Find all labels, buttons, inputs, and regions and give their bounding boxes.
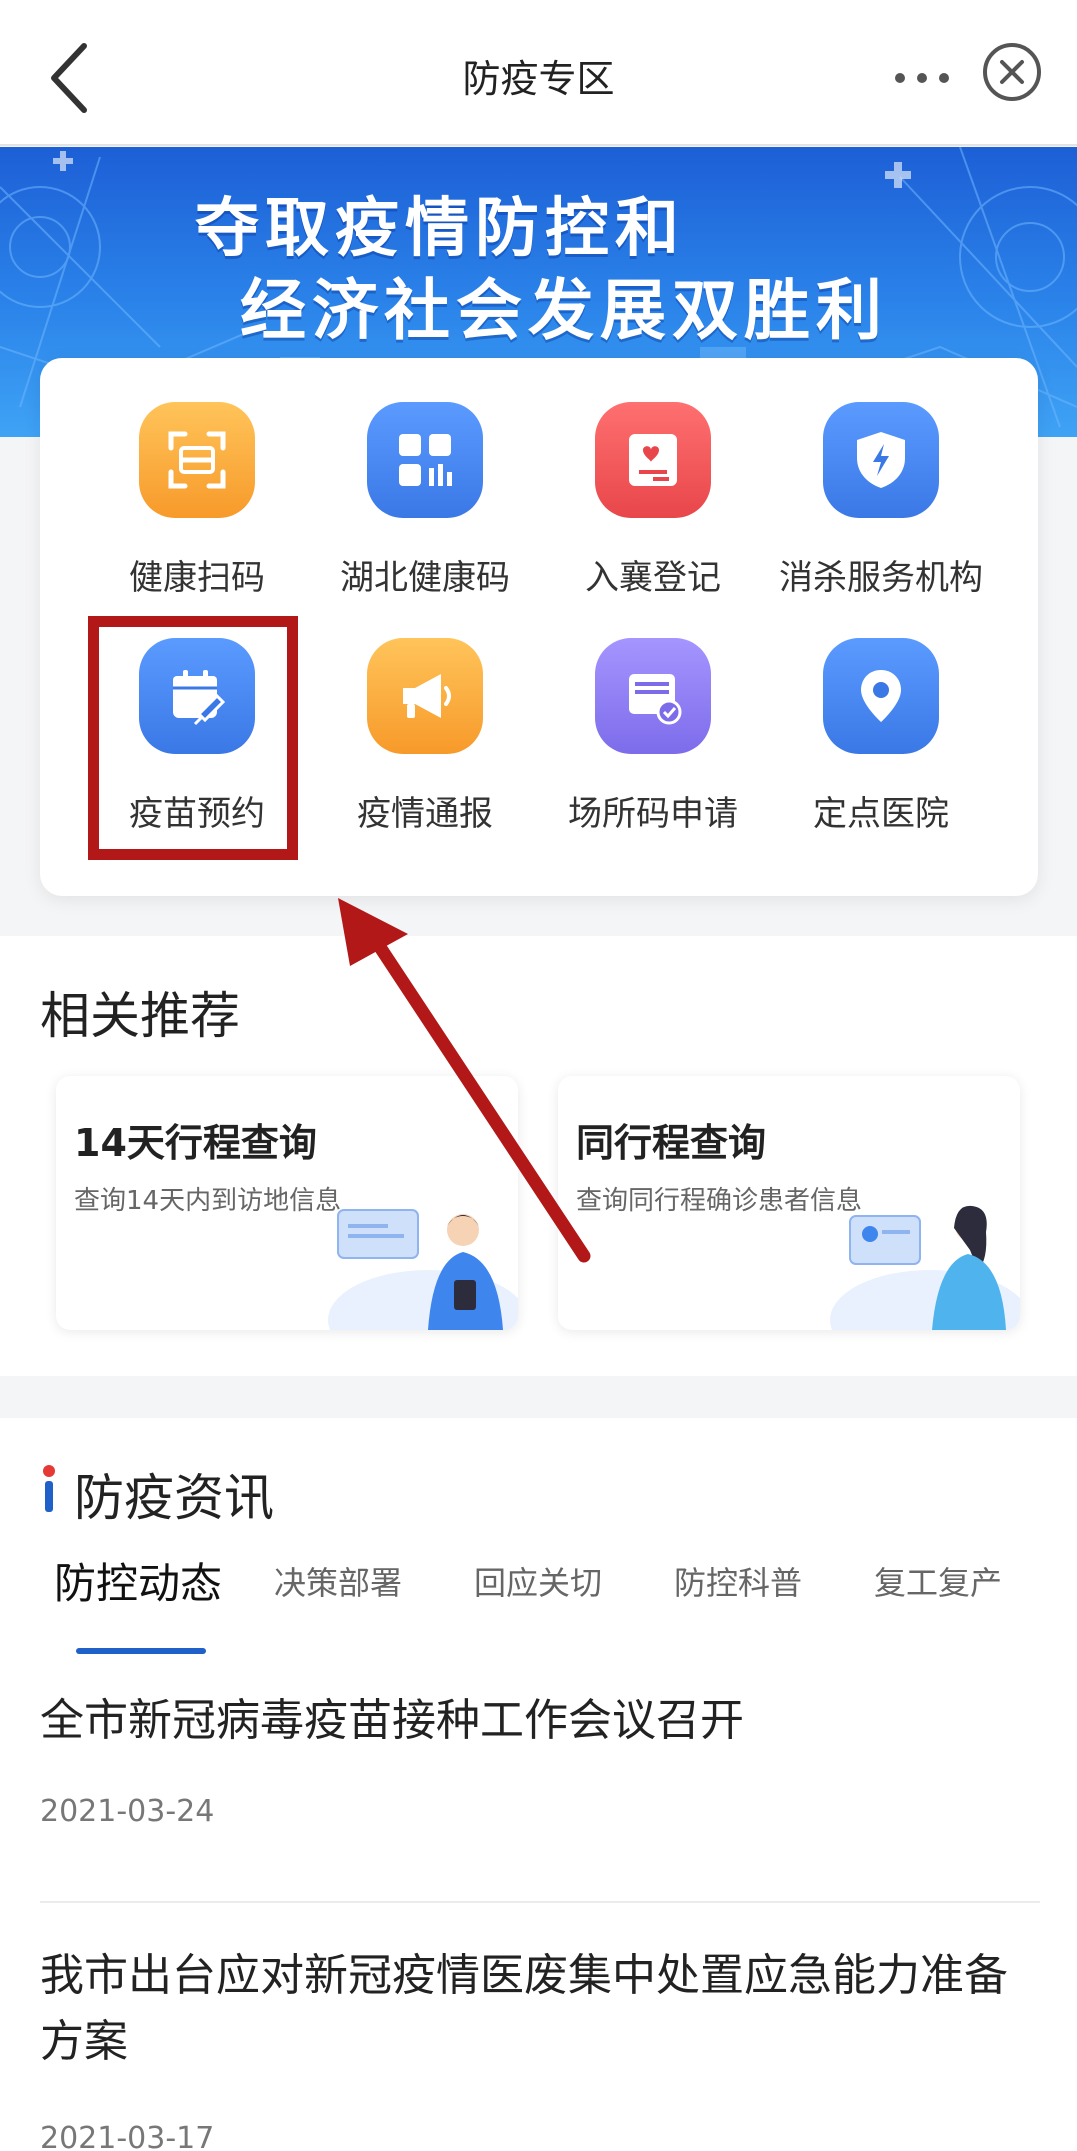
close-icon[interactable]: [980, 40, 1044, 104]
news-item-date: 2021-03-24: [40, 1794, 215, 1829]
recommend-card-14day-itinerary[interactable]: 14天行程查询 查询14天内到访地信息: [56, 1076, 518, 1330]
service-designated-hospital[interactable]: 定点医院: [766, 638, 996, 838]
tab-prevention-science[interactable]: 防控科普: [674, 1558, 802, 1604]
news-item-date: 2021-03-17: [40, 2121, 215, 2151]
recommend-card-title: 同行程查询: [576, 1121, 767, 1165]
news-item-title: 我市出台应对新冠疫情医废集中处置应急能力准备方案: [40, 1950, 1008, 2067]
info-marker-icon: [43, 1465, 55, 1512]
annotation-highlight-box: [88, 616, 298, 860]
news-tabs: 防控动态 决策部署 回应关切 防控科普 复工复产: [0, 1546, 1077, 1626]
news-item[interactable]: 我市出台应对新冠疫情医废集中处置应急能力准备方案 2021-03-17: [40, 1943, 1040, 2151]
scan-icon: [139, 402, 255, 518]
megaphone-icon: [367, 638, 483, 754]
recommend-card-desc: 查询14天内到访地信息: [74, 1186, 342, 1216]
service-label: 定点医院: [813, 794, 949, 834]
service-label: 湖北健康码: [340, 558, 510, 598]
banner-headline-1: 夺取疫情防控和: [195, 191, 685, 266]
service-label: 场所码申请: [568, 794, 738, 834]
service-label: 消杀服务机构: [779, 558, 983, 598]
woman-with-screen-illustration: [830, 1205, 1020, 1330]
service-disinfection-agency[interactable]: 消杀服务机构: [766, 402, 996, 602]
service-entry-registration[interactable]: 入襄登记: [538, 402, 768, 602]
banner-headline-2: 经济社会发展双胜利: [240, 271, 888, 349]
man-with-screen-illustration: [328, 1209, 518, 1330]
tab-decision-deployment[interactable]: 决策部署: [274, 1558, 402, 1604]
recommend-card-same-trip[interactable]: 同行程查询 查询同行程确诊患者信息: [558, 1076, 1020, 1330]
service-label: 健康扫码: [129, 558, 265, 598]
document-check-icon: [595, 638, 711, 754]
qr-code-icon: [367, 402, 483, 518]
tab-public-concerns[interactable]: 回应关切: [474, 1558, 602, 1604]
location-pin-icon: [823, 638, 939, 754]
section-title: 相关推荐: [40, 987, 240, 1045]
service-label: 入襄登记: [585, 558, 721, 598]
shield-bolt-icon: [823, 402, 939, 518]
register-card-icon: [595, 402, 711, 518]
active-tab-indicator: [76, 1648, 206, 1654]
more-options-icon[interactable]: [890, 58, 960, 98]
service-venue-code-application[interactable]: 场所码申请: [538, 638, 768, 838]
section-title: 防疫资讯: [74, 1469, 274, 1527]
tab-work-resumption[interactable]: 复工复产: [874, 1558, 1002, 1604]
recommend-section: 相关推荐 14天行程查询 查询14天内到访地信息 同行程查询 查询同行程确诊患者…: [0, 936, 1077, 1376]
service-health-scan[interactable]: 健康扫码: [82, 402, 312, 602]
divider: [40, 1901, 1040, 1903]
news-item-title: 全市新冠病毒疫苗接种工作会议召开: [40, 1695, 744, 1746]
news-section: 防疫资讯 防控动态 决策部署 回应关切 防控科普 复工复产 全市新冠病毒疫苗接种…: [0, 1418, 1077, 2151]
recommend-card-title: 14天行程查询: [74, 1121, 317, 1165]
service-hubei-health-code[interactable]: 湖北健康码: [310, 402, 540, 602]
tab-prevention-updates[interactable]: 防控动态: [54, 1550, 222, 1611]
service-label: 疫情通报: [357, 794, 493, 834]
news-item[interactable]: 全市新冠病毒疫苗接种工作会议召开 2021-03-24: [40, 1688, 1040, 1829]
service-epidemic-bulletin[interactable]: 疫情通报: [310, 638, 540, 838]
navigation-bar: 防疫专区: [0, 0, 1077, 146]
